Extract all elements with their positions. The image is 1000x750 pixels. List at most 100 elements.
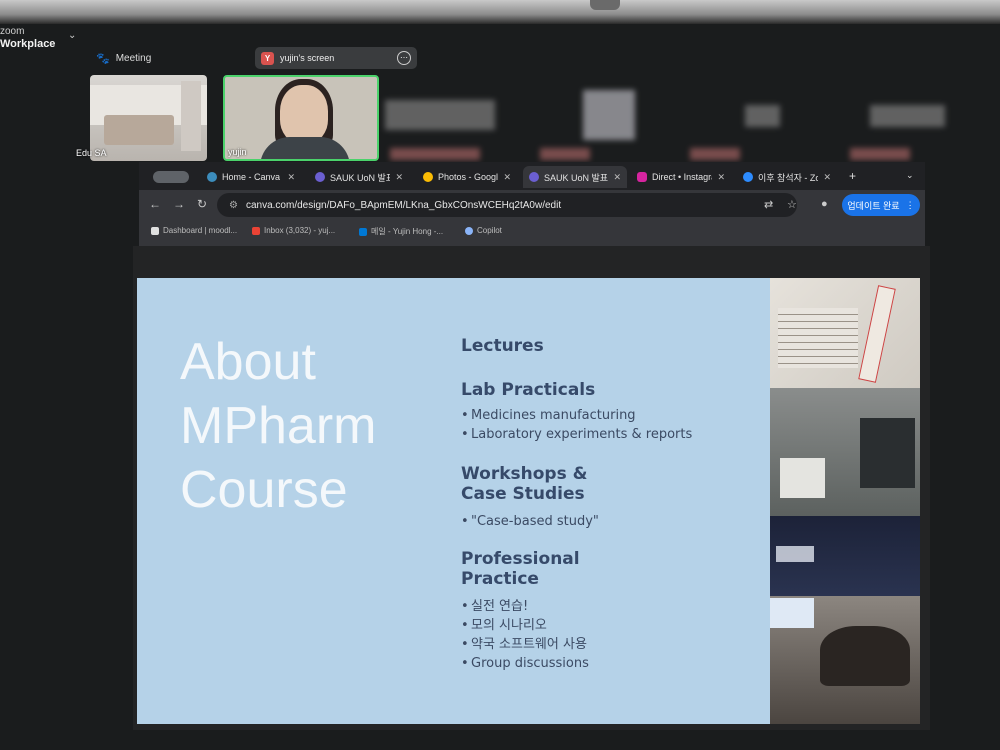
share-label: yujin's screen [280,53,335,63]
chevron-down-icon[interactable]: ⌄ [68,30,76,41]
tab-sauk-uon-active[interactable]: SAUK UoN 발표 ✕ [523,166,627,188]
participant-name: Edu SA [76,148,107,158]
close-icon[interactable]: ✕ [287,172,295,183]
photo-lab-box [780,458,825,498]
close-icon[interactable]: ✕ [823,172,831,183]
tab-home-canva[interactable]: Home - Canva ✕ [201,166,301,188]
photo-ointment-tube [858,285,896,383]
list-item: Group discussions [461,654,761,673]
photo-name-badge [776,546,814,562]
photo-lab-machine [860,418,915,488]
list-item: 실전 연습! [461,597,761,616]
kebab-menu-icon: ⋮ [905,199,915,210]
photo-lab-equipment [770,388,920,516]
zoom-brand-line2: Workplace [0,38,56,50]
slide-title[interactable]: About MPharm Course [180,330,440,522]
blurred-participant [385,100,495,130]
list-item: Medicines manufacturing [461,406,761,425]
list-item: Laboratory experiments & reports [461,425,761,444]
instagram-icon [637,172,647,182]
close-icon[interactable]: ✕ [717,172,725,183]
photo-pharmacist-uniform [770,516,920,596]
zoom-icon [743,172,753,182]
blurred-participant [690,148,740,160]
video-table [104,115,174,145]
list-item: 약국 소프트웨어 사용 [461,635,761,654]
bookmark-copilot[interactable]: Copilot [465,226,502,235]
tab-label: Home - Canva [222,172,281,182]
address-bar[interactable]: ⚙ canva.com/design/DAFo_BApmEM/LKna_GbxC… [217,193,797,217]
blurred-participant [583,90,635,140]
close-icon[interactable]: ✕ [613,172,621,183]
close-icon[interactable]: ✕ [395,172,403,183]
section-heading-professional-practice: Professional Practice [461,549,580,589]
slide-title-line: MPharm [180,397,377,455]
back-arrow-icon[interactable]: ← [149,197,161,211]
list-item: 모의 시나리오 [461,616,761,635]
slide-content-column[interactable]: Lectures Lab Practicals Medicines manufa… [461,336,761,673]
meeting-label: Meeting [115,53,152,64]
bookmark-dashboard[interactable]: Dashboard | moodl... [151,226,237,235]
pinwheel-icon [423,172,433,182]
blurred-participant [745,105,780,127]
slide-photo-collage[interactable] [770,278,920,724]
section-heading-lectures: Lectures [461,336,544,356]
outlook-icon [359,227,367,236]
slide-title-line: Course [180,461,348,519]
section-heading-workshops: Workshops & Case Studies [461,464,588,504]
blurred-participant [870,105,945,127]
canva-icon [207,172,217,182]
bookmarks-bar: Dashboard | moodl... Inbox (3,032) - yuj… [139,220,925,242]
reload-icon[interactable]: ↻ [197,197,207,211]
participant-tile-active-speaker[interactable]: yujin [223,75,379,161]
bookmark-inbox[interactable]: Inbox (3,032) - yuj... [252,226,335,235]
tab-instagram[interactable]: Direct • Instagram ✕ [631,166,731,188]
meeting-button[interactable]: 🐾 Meeting [96,52,151,65]
paw-icon: 🐾 [96,53,110,65]
zoom-brand-line1: zoom [0,26,25,37]
screen-share-indicator[interactable]: Y yujin's screen ⋯ [255,47,417,69]
more-options-icon[interactable]: ⋯ [397,51,411,65]
tab-label: Photos - Google [438,172,499,182]
bookmark-label: Inbox (3,032) - yuj... [264,226,336,235]
photo-worksheet-lines [778,308,858,368]
bookmark-star-icon[interactable]: ☆ [787,198,797,211]
participant-tile[interactable] [90,75,207,161]
url-text: canva.com/design/DAFo_BApmEM/LKna_GbxCOn… [245,199,562,211]
browser-toolbar: ← → ↻ ⚙ canva.com/design/DAFo_BApmEM/LKn… [139,190,925,220]
tab-zoom[interactable]: 이후 참석자 - Zoom ✕ [737,166,837,188]
tab-label: SAUK UoN 발표 [330,172,391,183]
bookmark-label: 메일 - Yujin Hong -... [371,227,444,236]
bookmark-label: Copilot [477,226,502,235]
browser-window: Home - Canva ✕ SAUK UoN 발표 ✕ Photos - Go… [139,162,925,246]
video-shelf [181,81,201,151]
monitor-bezel [0,0,1000,24]
site-info-icon[interactable]: ⚙ [229,200,238,211]
tab-group-chip[interactable] [153,171,189,183]
shield-icon [315,172,325,182]
bookmark-outlook[interactable]: 메일 - Yujin Hong -... [359,226,443,237]
tab-search-icon[interactable]: ⌄ [906,170,914,181]
tab-sauk-uon[interactable]: SAUK UoN 발표 ✕ [309,166,409,188]
forward-arrow-icon[interactable]: → [173,197,185,211]
photo-classroom [770,596,920,724]
blurred-participant [390,148,480,160]
photo-classroom-students [820,626,910,686]
profile-icon[interactable]: ● [821,198,828,210]
list-item: "Case-based study" [461,512,761,531]
translate-icon[interactable]: ⇄ [764,198,773,211]
close-icon[interactable]: ✕ [503,172,511,183]
share-avatar-badge: Y [261,51,274,65]
new-tab-button[interactable]: + [849,169,856,183]
tab-strip: Home - Canva ✕ SAUK UoN 발표 ✕ Photos - Go… [139,162,925,190]
participant-name: yujin [228,147,247,157]
webcam-mount [590,0,620,10]
section-heading-lab-practicals: Lab Practicals [461,380,596,400]
bookmark-label: Dashboard | moodl... [163,226,238,235]
tab-google-photos[interactable]: Photos - Google ✕ [417,166,517,188]
photo-worksheet [770,278,920,388]
zoom-brand[interactable]: zoom Workplace [0,26,55,50]
update-button[interactable]: 업데이트 완료 ⋮ [842,194,920,216]
slide-title-line: About [180,333,316,391]
gmail-icon [252,226,260,235]
